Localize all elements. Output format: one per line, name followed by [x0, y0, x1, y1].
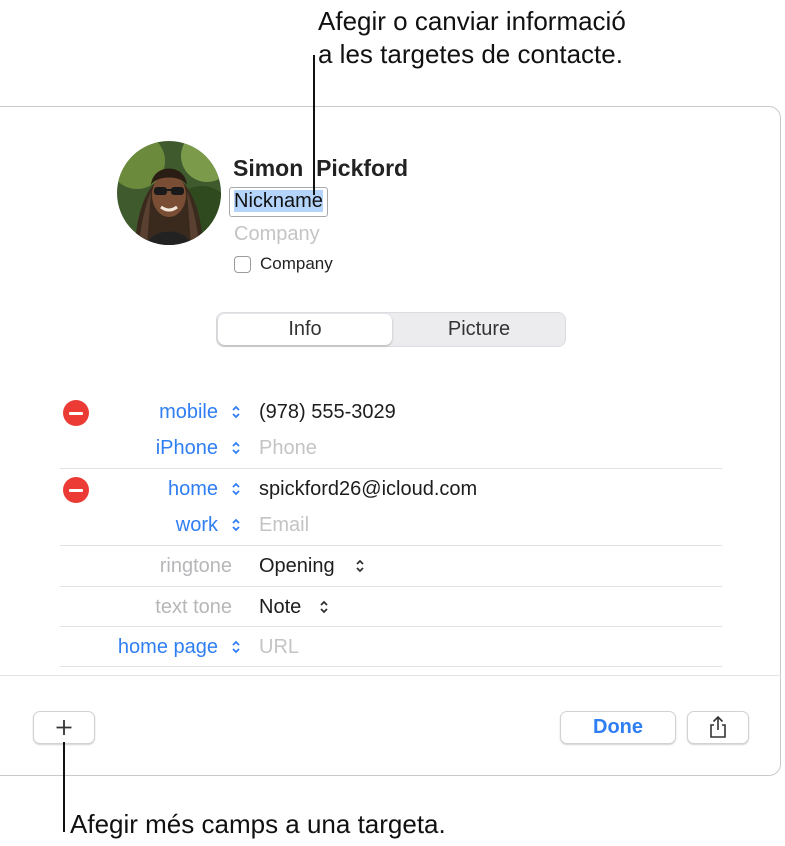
ringtone-popup[interactable]: Opening: [259, 555, 335, 578]
chevron-updown-icon[interactable]: [231, 517, 241, 533]
share-button[interactable]: [687, 711, 749, 744]
contact-name[interactable]: Simon Pickford: [233, 155, 408, 182]
callout-edit-info: Afegir o canviar informació a les target…: [318, 5, 626, 71]
divider: [60, 626, 722, 627]
phone-input[interactable]: Phone: [259, 437, 317, 460]
email-label-work[interactable]: work: [176, 514, 218, 537]
company-checkbox[interactable]: [234, 256, 251, 273]
callout-add-fields-line: [63, 742, 65, 832]
company-checkbox-label: Company: [260, 254, 333, 273]
remove-email-button[interactable]: [63, 477, 89, 503]
texttone-value: Note: [259, 596, 302, 618]
info-picture-segmented-control: Info Picture: [216, 312, 566, 347]
divider: [60, 666, 722, 667]
phone-value[interactable]: (978) 555-3029: [259, 401, 396, 424]
done-button[interactable]: Done: [560, 711, 676, 744]
chevron-updown-icon[interactable]: [231, 440, 241, 456]
callout-edit-info-line: [313, 55, 315, 195]
share-icon: [710, 715, 726, 738]
company-field[interactable]: Company: [234, 223, 320, 246]
email-input[interactable]: Email: [259, 514, 309, 537]
divider: [60, 545, 722, 546]
url-input[interactable]: URL: [259, 636, 299, 659]
homepage-label[interactable]: home page: [118, 636, 218, 659]
chevron-updown-icon[interactable]: [231, 481, 241, 497]
chevron-updown-icon[interactable]: [319, 599, 329, 615]
footer-divider: [0, 675, 781, 676]
texttone-label: text tone: [155, 596, 232, 618]
tab-info[interactable]: Info: [218, 314, 392, 345]
ringtone-label: ringtone: [159, 555, 232, 577]
ringtone-value: Opening: [259, 555, 335, 577]
divider: [60, 468, 722, 469]
nickname-selected-text: Nickname: [234, 190, 323, 212]
last-name-field[interactable]: Pickford: [316, 155, 408, 181]
chevron-updown-icon[interactable]: [355, 558, 365, 574]
chevron-updown-icon[interactable]: [231, 404, 241, 420]
callout-edit-info-line1: Afegir o canviar informació: [318, 6, 626, 36]
chevron-updown-icon[interactable]: [231, 639, 241, 655]
add-field-button[interactable]: [33, 711, 95, 744]
avatar[interactable]: [117, 141, 221, 245]
tab-picture[interactable]: Picture: [393, 314, 565, 345]
callout-add-fields: Afegir més camps a una targeta.: [70, 809, 446, 839]
texttone-popup[interactable]: Note: [259, 596, 301, 619]
divider: [60, 586, 722, 587]
phone-label-iphone[interactable]: iPhone: [156, 437, 218, 460]
email-value[interactable]: spickford26@icloud.com: [259, 478, 477, 501]
first-name-field[interactable]: Simon: [233, 155, 303, 181]
remove-phone-button[interactable]: [63, 400, 89, 426]
plus-icon: [56, 720, 72, 735]
phone-label-mobile[interactable]: mobile: [159, 401, 218, 424]
email-label-home[interactable]: home: [168, 478, 218, 501]
callout-edit-info-line2: a les targetes de contacte.: [318, 39, 623, 69]
